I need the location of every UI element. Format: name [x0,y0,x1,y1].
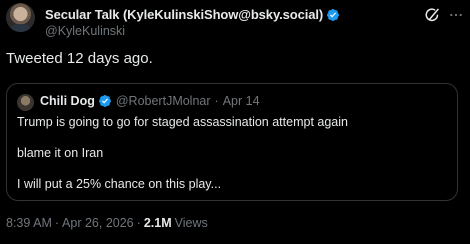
verified-badge-icon [98,95,111,107]
quoted-text-line: blame it on Iran [17,146,104,160]
grok-icon[interactable] [423,6,441,24]
quoted-handle: @RobertJMolnar [115,94,211,108]
quoted-author-avatar [17,94,34,111]
quoted-separator: · [214,94,219,108]
quoted-date: Apr 14 [222,94,260,108]
tweet-time[interactable]: 8:39 AM [6,216,52,230]
tweet: Secular Talk (KyleKulinskiShow@bsky.soci… [0,0,470,244]
quoted-tweet-card[interactable]: Chili Dog @RobertJMolnar · Apr 14 Trump … [6,83,458,201]
views-label: Views [174,216,208,230]
tweet-text: Tweeted 12 days ago. [6,50,153,67]
author-display-name[interactable]: Secular Talk (KyleKulinskiShow@bsky.soci… [45,7,323,22]
quoted-tweet-header: Chili Dog @RobertJMolnar · Apr 14 [40,94,260,108]
tweet-footer: 8:39 AM · Apr 26, 2026 · 2.1M Views [6,216,208,230]
author-avatar[interactable] [6,3,35,32]
quoted-text-line: I will put a 25% chance on this play... [17,177,222,191]
author-name-row: Secular Talk (KyleKulinskiShow@bsky.soci… [45,7,340,22]
quoted-display-name: Chili Dog [40,94,95,108]
footer-separator: · [54,216,60,230]
more-options-icon[interactable] [448,7,464,23]
quoted-text-line: Trump is going to go for staged assassin… [17,115,348,129]
author-handle[interactable]: @KyleKulinski [45,24,125,38]
tweet-date[interactable]: Apr 26, 2026 [62,216,134,230]
views-count: 2.1M [143,216,172,230]
verified-badge-icon [327,8,340,21]
footer-separator: · [136,216,141,230]
